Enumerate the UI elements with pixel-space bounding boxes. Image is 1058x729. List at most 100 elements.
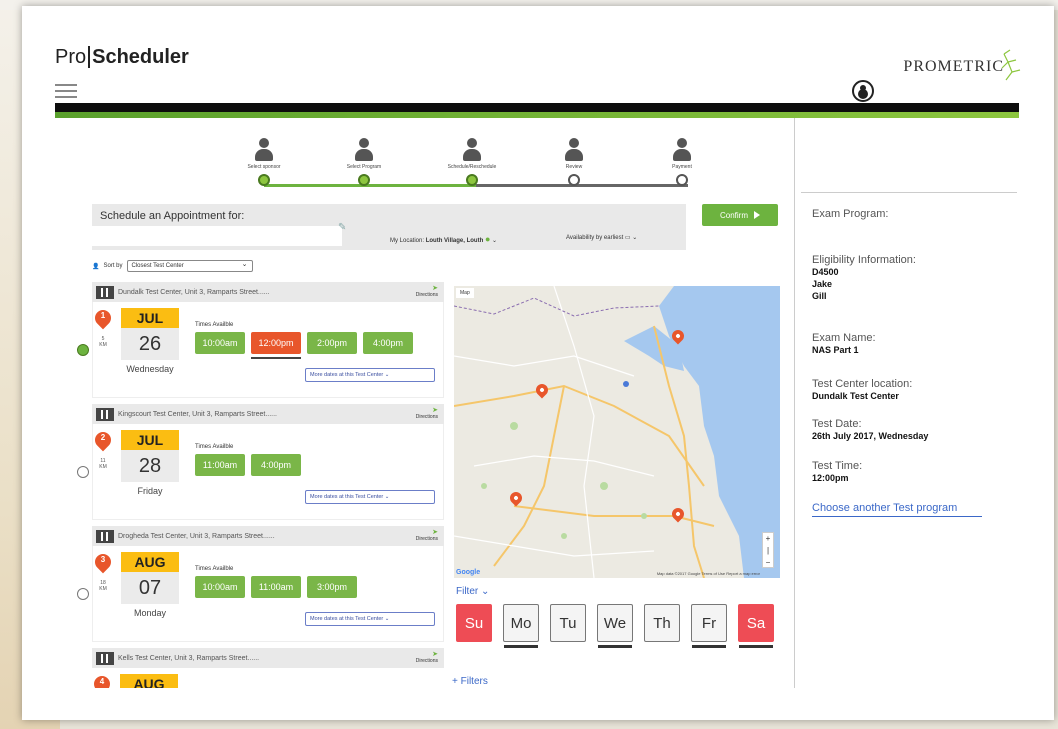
test-center-radio[interactable] bbox=[77, 344, 89, 356]
map-attribution: Map data ©2017 Google Terms of Use Repor… bbox=[656, 571, 760, 576]
logo-name: Scheduler bbox=[92, 46, 189, 68]
day-filter-fr[interactable]: Fr bbox=[691, 604, 727, 648]
day-underline bbox=[692, 645, 726, 648]
availability-selector[interactable]: Availability by earliest ▭ ⌄ bbox=[566, 234, 637, 241]
test-center-card[interactable]: Kells Test Center, Unit 3, Ramparts Stre… bbox=[92, 648, 444, 688]
day-filter-sa[interactable]: Sa bbox=[738, 604, 774, 648]
sort-by-control: 👤 Sort by Closest Test Center bbox=[92, 260, 253, 272]
more-filters-link[interactable]: + Filters bbox=[452, 676, 488, 687]
distance: 11 KM bbox=[99, 458, 107, 470]
map[interactable]: Map + | − Google Map data ©2017 Google Ter… bbox=[454, 286, 780, 578]
step-payment[interactable]: Payment bbox=[652, 138, 712, 186]
header-accent-bar bbox=[55, 112, 1019, 118]
play-arrow-icon bbox=[754, 211, 760, 219]
map-book-icon bbox=[96, 651, 114, 665]
sort-select[interactable]: Closest Test Center bbox=[126, 260, 253, 272]
time-slot-button[interactable]: 3:00pm bbox=[307, 576, 357, 598]
times-available-label: Times Availble bbox=[195, 566, 234, 572]
test-center-radio[interactable] bbox=[77, 588, 89, 600]
step-schedule[interactable]: Schedule/Reschedule bbox=[442, 138, 502, 186]
more-dates-select[interactable]: More dates at this Test Center ⌄ bbox=[305, 490, 435, 504]
date-badge: AUG bbox=[120, 674, 178, 688]
menu-icon[interactable] bbox=[55, 84, 77, 102]
location-pin-icon: 1 bbox=[91, 306, 115, 332]
time-slot-button[interactable]: 10:00am bbox=[195, 576, 245, 598]
time-slot-button[interactable]: 10:00am bbox=[195, 332, 245, 354]
date-month: JUL bbox=[121, 308, 179, 328]
test-center-header: Dundalk Test Center, Unit 3, Ramparts St… bbox=[92, 282, 444, 302]
exam-program-label: Exam Program: bbox=[812, 208, 889, 220]
step-dot bbox=[258, 174, 270, 186]
test-center-card[interactable]: Drogheda Test Center, Unit 3, Ramparts S… bbox=[77, 526, 444, 642]
test-center-name: Drogheda Test Center, Unit 3, Ramparts S… bbox=[118, 532, 275, 540]
time-slot-button[interactable]: 4:00pm bbox=[363, 332, 413, 354]
day-filter-su[interactable]: Su bbox=[456, 604, 492, 642]
test-center-name: Kells Test Center, Unit 3, Ramparts Stre… bbox=[118, 654, 260, 662]
day-filter-group: Su Mo Tu We Th Fr Sa bbox=[456, 604, 774, 648]
app-window: Pro Scheduler PROMETRIC Select sponsor Se… bbox=[22, 6, 1054, 720]
step-review[interactable]: Review bbox=[544, 138, 604, 186]
map-book-icon bbox=[96, 407, 114, 421]
person-location-icon: ● bbox=[484, 234, 491, 244]
directions-link[interactable]: ➤ Directions bbox=[416, 285, 438, 298]
confirm-button[interactable]: Confirm bbox=[702, 204, 778, 226]
step-dot bbox=[466, 174, 478, 186]
test-center-radio[interactable] bbox=[77, 466, 89, 478]
map-canvas bbox=[454, 286, 780, 578]
day-filter-mo[interactable]: Mo bbox=[503, 604, 539, 648]
choose-another-program-link[interactable]: Choose another Test program bbox=[812, 502, 982, 517]
test-center-card[interactable]: Kingscourt Test Center, Unit 3, Ramparts… bbox=[77, 404, 444, 520]
more-dates-select[interactable]: More dates at this Test Center ⌄ bbox=[305, 612, 435, 626]
directions-link[interactable]: ➤ Directions bbox=[416, 529, 438, 542]
test-center-header: Kingscourt Test Center, Unit 3, Ramparts… bbox=[92, 404, 444, 424]
time-slots: 10:00am 11:00am 3:00pm bbox=[195, 576, 357, 598]
app-logo[interactable]: Pro Scheduler bbox=[55, 46, 189, 69]
user-account-icon[interactable] bbox=[852, 80, 874, 102]
day-underline bbox=[739, 645, 773, 648]
step-select-sponsor[interactable]: Select sponsor bbox=[234, 138, 294, 186]
test-center-card[interactable]: Dundalk Test Center, Unit 3, Ramparts St… bbox=[77, 282, 444, 398]
map-type-button[interactable]: Map bbox=[456, 288, 474, 298]
location-pin-icon: 2 bbox=[91, 428, 115, 454]
location-pin-icon: 3 bbox=[91, 550, 115, 576]
time-slot-button[interactable]: 2:00pm bbox=[307, 332, 357, 354]
step-select-program[interactable]: Select Program bbox=[334, 138, 394, 186]
test-center-name: Dundalk Test Center, Unit 3, Ramparts St… bbox=[118, 288, 270, 296]
directions-link[interactable]: ➤ Directions bbox=[416, 407, 438, 420]
day-filter-th[interactable]: Th bbox=[644, 604, 680, 642]
test-center-section: Test Center location: Dundalk Test Cente… bbox=[812, 378, 913, 401]
date-badge: AUG 07 Monday bbox=[121, 552, 179, 618]
test-center-name: Kingscourt Test Center, Unit 3, Ramparts… bbox=[118, 410, 277, 418]
map-book-icon bbox=[96, 285, 114, 299]
panel-divider bbox=[794, 118, 795, 688]
directions-link[interactable]: ➤ Directions bbox=[416, 651, 438, 664]
person-icon: 👤 bbox=[92, 263, 100, 270]
distance: 5 KM bbox=[99, 336, 107, 348]
summary-divider bbox=[801, 192, 1017, 193]
brand-name: PROMETRIC bbox=[903, 58, 1004, 75]
time-slot-button[interactable]: 4:00pm bbox=[251, 454, 301, 476]
person-icon bbox=[565, 138, 583, 162]
date-month: AUG bbox=[120, 674, 178, 688]
more-dates-select[interactable]: More dates at this Test Center ⌄ bbox=[305, 368, 435, 382]
map-book-icon bbox=[96, 529, 114, 543]
step-dot bbox=[676, 174, 688, 186]
time-slot-button[interactable]: 11:00am bbox=[251, 576, 301, 598]
person-icon bbox=[355, 138, 373, 162]
location-pin-icon: 4 bbox=[92, 672, 114, 688]
header-bar bbox=[55, 103, 1019, 112]
date-weekday: Monday bbox=[133, 608, 167, 618]
edit-icon[interactable]: ✎ bbox=[338, 222, 346, 233]
map-zoom-control[interactable]: + | − bbox=[762, 532, 774, 568]
time-slot-button[interactable]: 12:00pm bbox=[251, 332, 301, 359]
location-selector[interactable]: My Location: Louth Village, Louth ● ⌄ bbox=[390, 234, 497, 244]
date-month: JUL bbox=[121, 430, 179, 450]
candidate-name-field[interactable] bbox=[92, 226, 342, 246]
person-icon bbox=[463, 138, 481, 162]
times-available-label: Times Availble bbox=[195, 322, 234, 328]
time-slot-button[interactable]: 11:00am bbox=[195, 454, 245, 476]
day-filter-tu[interactable]: Tu bbox=[550, 604, 586, 642]
date-day: 07 bbox=[121, 572, 179, 604]
day-filter-we[interactable]: We bbox=[597, 604, 633, 648]
filter-toggle[interactable]: Filter ⌄ bbox=[456, 586, 489, 597]
